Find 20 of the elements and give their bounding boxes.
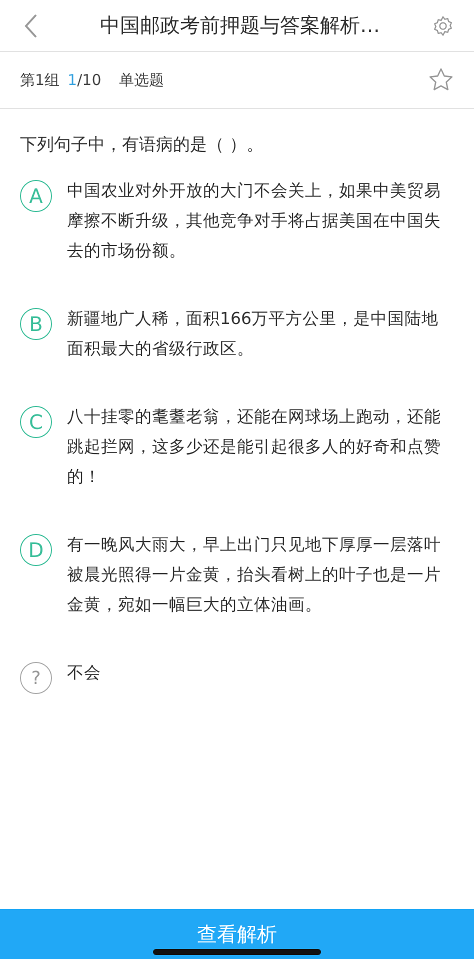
question-type: 单选题	[119, 70, 166, 90]
option-text[interactable]: 中国农业对外开放的大门不会关上，如果中美贸易摩擦不断升级，其他竞争对手将占据美国在中国失去的市场份额。	[67, 176, 454, 266]
option-marker[interactable]: C	[20, 406, 52, 438]
option-marker[interactable]: B	[20, 308, 52, 340]
page-title: 中国邮政考前押题与答案解析…	[99, 12, 381, 39]
current-number: 1	[68, 71, 78, 89]
settings-icon[interactable]	[432, 14, 454, 36]
option-text[interactable]: 八十挂零的耄耋老翁，还能在网球场上跑动，还能跳起拦网，这多少还是能引起很多人的好奇和点赞的！	[67, 402, 454, 492]
option-text[interactable]: 新疆地广人稀，面积166万平方公里，是中国陆地面积最大的省级行政区。	[67, 304, 454, 364]
option-marker[interactable]: ?	[20, 662, 52, 694]
total-count: /10	[77, 71, 102, 89]
option-marker[interactable]: D	[20, 534, 52, 566]
option-text[interactable]: 不会	[67, 658, 101, 694]
group-label: 第1组	[20, 70, 60, 90]
option-marker[interactable]: A	[20, 180, 52, 212]
back-icon[interactable]	[24, 12, 38, 38]
option-text[interactable]: 有一晚风大雨大，早上出门只见地下厚厚一层落叶被晨光照得一片金黄，抬头看树上的叶子也是一片金黄，宛如一幅巨大的立体油画。	[67, 530, 454, 620]
star-icon[interactable]	[428, 67, 454, 93]
question-text: 下列句子中，有语病的是（ ）。	[19, 134, 264, 156]
view-analysis-button[interactable]: 查看解析	[0, 909, 474, 959]
